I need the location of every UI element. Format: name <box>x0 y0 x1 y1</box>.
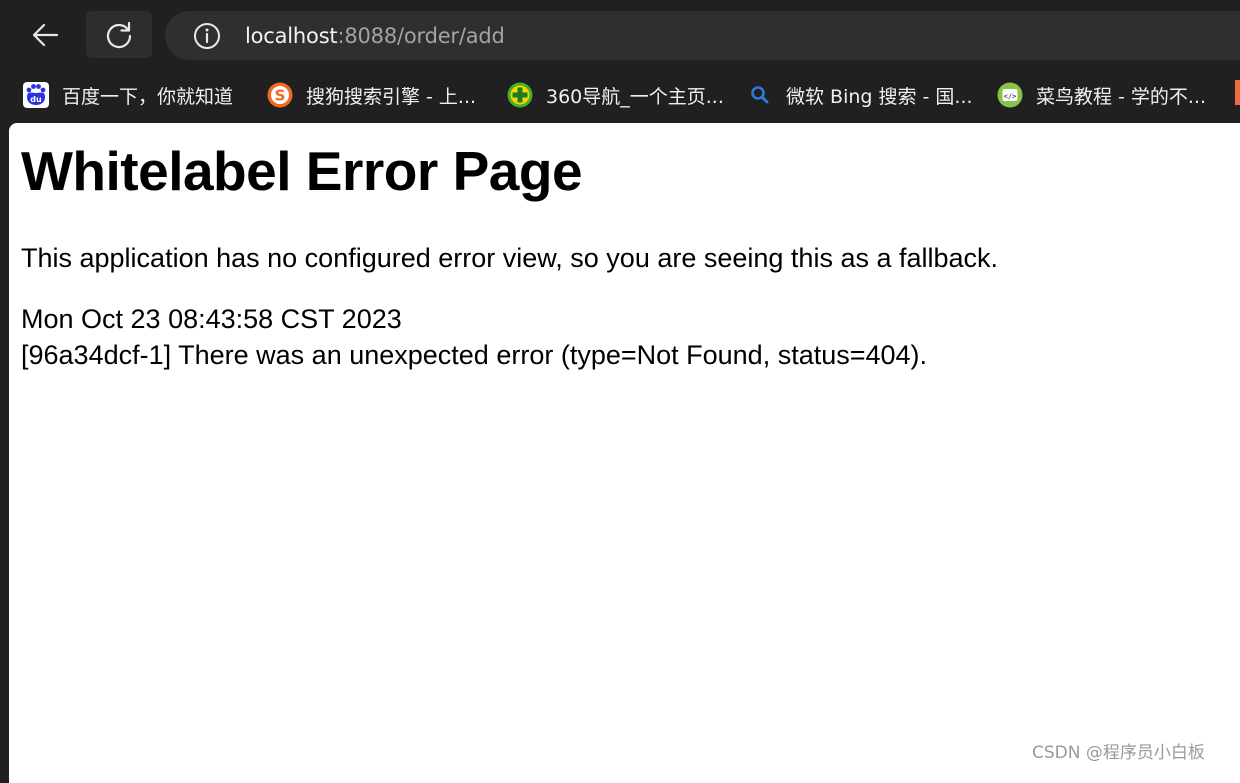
error-description: This application has no configured error… <box>21 243 999 273</box>
bing-search-icon <box>746 81 774 109</box>
arrow-left-icon <box>32 23 59 46</box>
bookmark-label: 菜鸟教程 - 学的不... <box>1036 85 1207 108</box>
browser-toolbar: localhost:8088/order/add <box>0 0 1240 70</box>
watermark: CSDN @程序员小白板 <box>1032 743 1205 763</box>
svg-text:</>: </> <box>1004 93 1017 101</box>
bookmark-sogou[interactable]: S 搜狗搜索引擎 - 上... <box>266 78 476 112</box>
address-bar[interactable]: localhost:8088/order/add <box>165 11 1240 60</box>
back-button[interactable] <box>12 11 78 58</box>
reload-icon <box>106 21 132 48</box>
sogou-icon: S <box>266 81 294 109</box>
error-message: [96a34dcf-1] There was an unexpected err… <box>21 340 928 370</box>
bookmarks-bar: du 百度一下，你就知道 S 搜狗搜索引擎 - 上... 360导航_一个主页.… <box>0 70 1240 122</box>
baidu-icon: du <box>22 81 50 109</box>
svg-text:du: du <box>30 95 42 104</box>
url-host: localhost <box>245 23 338 48</box>
info-icon <box>194 22 220 49</box>
runoob-icon: </> <box>996 81 1024 109</box>
bookmark-bing[interactable]: 微软 Bing 搜索 - 国... <box>746 78 973 112</box>
bookmark-label: 微软 Bing 搜索 - 国... <box>786 85 973 108</box>
bookmark-label: 360导航_一个主页... <box>546 85 724 108</box>
bookmark-label: 百度一下，你就知道 <box>62 85 234 108</box>
url-text[interactable]: localhost:8088/order/add <box>245 24 505 48</box>
page-content: Whitelabel Error Page This application h… <box>9 123 1240 783</box>
360-icon <box>506 81 534 109</box>
bookmark-overflow-icon[interactable] <box>1235 80 1240 105</box>
error-timestamp: Mon Oct 23 08:43:58 CST 2023 <box>21 304 402 334</box>
bookmark-runoob[interactable]: </> 菜鸟教程 - 学的不... <box>996 78 1206 112</box>
bookmark-label: 搜狗搜索引擎 - 上... <box>306 85 477 108</box>
url-path: :8088/order/add <box>337 23 505 48</box>
bookmark-baidu[interactable]: du 百度一下，你就知道 <box>22 78 233 112</box>
svg-text:S: S <box>275 87 286 105</box>
page-title: Whitelabel Error Page <box>21 140 583 202</box>
reload-button[interactable] <box>86 11 152 58</box>
site-info-button[interactable] <box>192 21 222 51</box>
bookmark-360[interactable]: 360导航_一个主页... <box>506 78 724 112</box>
